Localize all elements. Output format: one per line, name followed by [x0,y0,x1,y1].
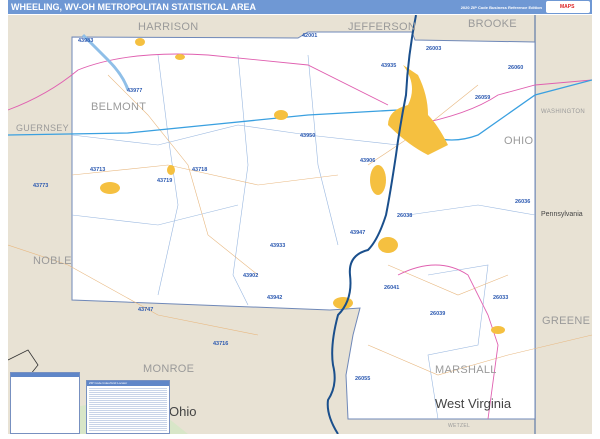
market-maps-logo: MAPS [546,1,590,13]
zip-label: 43935 [381,63,397,69]
zip-label: 43906 [360,158,376,164]
title-bar: WHEELING, WV-OH METROPOLITAN STATISTICAL… [8,0,592,14]
map-legend: Legend [10,372,80,434]
state-label-wv: West Virginia [435,396,512,411]
zip-label: 26036 [515,199,531,205]
county-label: MONROE [143,363,195,375]
legend-header: Legend [11,373,79,387]
county-label: MARSHALL [435,364,497,376]
state-label-pa: Pennsylvania [541,211,583,218]
county-label: HARRISON [138,21,199,33]
county-label: BELMONT [91,101,147,113]
map-title: WHEELING, WV-OH METROPOLITAN STATISTICAL… [11,2,256,12]
county-label: WASHINGTON [541,109,586,115]
zip-label: 43719 [157,178,173,184]
zip-label: 26033 [493,295,509,301]
zip-label: 43716 [213,341,229,347]
county-label: GUERNSEY [16,123,69,133]
county-label: JEFFERSON [348,21,417,33]
zip-label: 43950 [300,133,316,139]
map-svg [7,14,593,435]
state-label-ohio: Ohio [169,404,197,419]
zip-label: 26039 [430,311,446,317]
zip-label: 26041 [384,285,400,291]
zip-label: 26055 [355,376,371,382]
zip-label: 43718 [192,167,208,173]
zip-label: 26003 [426,46,442,52]
zip-label: 43947 [350,230,366,236]
index-table [89,388,167,431]
zip-index: ZIP Code Index/Grid Locator [86,380,170,434]
zip-label: 43977 [127,88,143,94]
map-canvas[interactable]: HARRISON JEFFERSON BROOKE BELMONT GUERNS… [7,14,593,435]
zip-label: 43933 [270,243,286,249]
zip-label: 43902 [243,273,259,279]
zip-label: 26038 [397,213,413,219]
zip-label: 42001 [302,33,318,39]
edition-label: 2020 ZIP Code Business Reference Edition [460,5,542,10]
county-label: BROOKE [468,18,517,30]
zip-label: 43983 [78,38,94,44]
county-label: OHIO [504,135,534,147]
county-label: WETZEL [448,423,471,429]
zip-label: 43773 [33,183,49,189]
zip-label: 26060 [508,65,524,71]
county-label: NOBLE [33,255,72,267]
zip-label: 43747 [138,307,154,313]
zip-label: 43942 [267,295,283,301]
county-label: GREENE [542,315,591,327]
zip-label: 43713 [90,167,106,173]
zip-label: 26059 [475,95,491,101]
index-header: ZIP Code Index/Grid Locator [87,381,169,386]
